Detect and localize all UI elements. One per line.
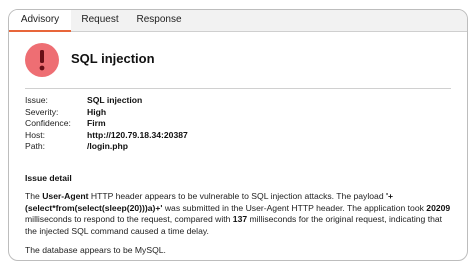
header-name: User-Agent xyxy=(42,191,89,201)
detail-text: was submitted in the User-Agent HTTP hea… xyxy=(162,202,427,213)
info-value-severity: High xyxy=(87,106,107,117)
payload-response-time: 20209 xyxy=(426,202,451,213)
info-value-issue: SQL injection xyxy=(87,95,143,105)
database-note: The database appears to be MySQL. xyxy=(25,245,166,255)
divider xyxy=(25,88,451,89)
info-label-path: Path: xyxy=(25,141,46,152)
info-label-severity: Severity: xyxy=(25,106,59,117)
tab-response[interactable]: Response xyxy=(129,10,189,31)
issue-detail-heading: Issue detail xyxy=(25,173,72,183)
info-label-issue: Issue: xyxy=(25,95,48,105)
detail-text: milliseconds to respond to the request, … xyxy=(25,214,233,224)
info-value-host: http://120.79.18.34:20387 xyxy=(87,129,188,140)
original-response-time: 137 xyxy=(232,214,248,224)
alert-circle-icon xyxy=(25,43,59,77)
info-label-confidence: Confidence: xyxy=(25,118,71,129)
detail-text: The xyxy=(25,191,43,201)
tab-advisory[interactable]: Advisory xyxy=(9,10,71,32)
info-label-host: Host: xyxy=(25,129,46,140)
tab-bar: Advisory Request Response xyxy=(9,10,467,32)
issue-title: SQL injection xyxy=(71,51,155,66)
info-value-path: /login.php xyxy=(87,141,129,152)
info-value-confidence: Firm xyxy=(87,118,106,129)
detail-text: HTTP header appears to be vulnerable to … xyxy=(88,191,386,201)
tab-request[interactable]: Request xyxy=(71,10,129,31)
advisory-panel: Advisory Request Response SQL injection … xyxy=(8,9,468,261)
issue-detail-text: The User-Agent HTTP header appears to be… xyxy=(25,191,455,237)
